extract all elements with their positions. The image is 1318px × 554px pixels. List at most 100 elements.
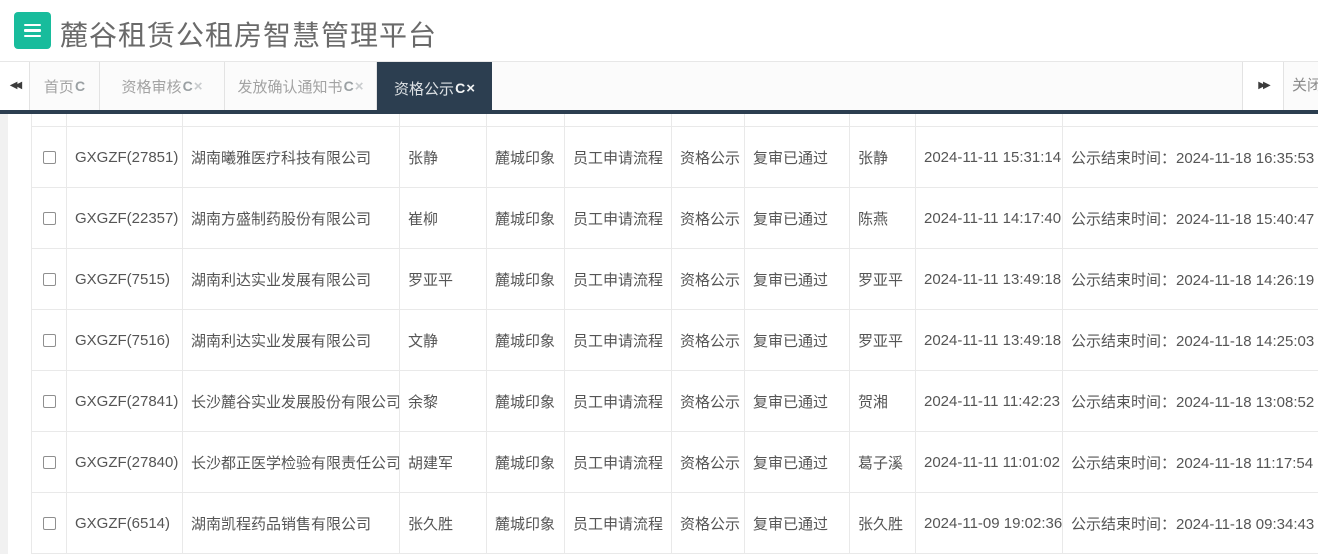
table-row[interactable]: GXGZF(27840) 长沙都正医学检验有限责任公司 胡建军 麓城印象 员工申请流程资… (32, 432, 1318, 493)
tab-label: 首页 (43, 78, 74, 96)
cell-stage: 资格公示 (672, 310, 745, 370)
cell-cb (32, 371, 67, 431)
tab-refresh-icon[interactable]: C (75, 78, 85, 94)
tab-refresh-icon[interactable]: C (455, 80, 465, 96)
tab-label: 发放确认通知书 (237, 78, 343, 96)
cell-process: 员工申请流程 (565, 249, 672, 309)
app-window: 麓谷租赁公租房智慧管理平台 ◀◀ 首页 C 资格审核 C × 发放确认通知书 C × 资格公示 C… (0, 0, 1318, 554)
cell-company: 长沙麓谷实业发展股份有限公司 (183, 371, 400, 431)
cell-publicity_end: 公示结束时间：2024-11-18 09:34:43 (1071, 515, 1315, 533)
cell-empty (745, 114, 850, 126)
table-row[interactable]: GXGZF(7515) 湖南利达实业发展有限公司 罗亚平 麓城印象 员工申请流程 资格公示… (32, 249, 1318, 310)
cell-publicity_end: 公示结束时间：2024-11-18 14:25:03 (1071, 332, 1315, 350)
hamburger-menu-button[interactable] (14, 12, 51, 49)
table-row[interactable]: GXGZF(6514) 湖南凯程药品销售有限公司 张久胜 麓城印象 员工申请流程 资格公示… (32, 493, 1318, 554)
cell-empty (32, 114, 67, 126)
cell-empty (183, 114, 400, 126)
row-checkbox[interactable] (42, 150, 56, 164)
tabs-scroll-left-icon[interactable]: ◀◀ (0, 62, 30, 110)
cell-cb (32, 493, 67, 553)
cell-id: GXGZF(7516) (67, 310, 183, 370)
cell-process: 员工申请流程 (565, 493, 672, 553)
tab-label: 资格审核 (121, 78, 182, 96)
cell-apply_time: 2024-11-11 11:42:23 (916, 371, 1063, 431)
row-checkbox[interactable] (42, 394, 56, 408)
cell-estate: 麓城印象 (487, 127, 565, 187)
table-row[interactable]: GXGZF(7516) 湖南利达实业发展有限公司 文静 麓城印象 员工申请流程 资格公示复… (32, 310, 1318, 371)
tab-strip: 首页 C 资格审核 C × 发放确认通知书 C × 资格公示 C × (30, 62, 492, 114)
cell-empty (850, 114, 916, 126)
cell-applicant: 张久胜 (400, 493, 487, 553)
results-table: GXGZF(27851) 湖南曦雅医疗科技有限公司 张静 麓城印象 员工申请流程 资格公示… (32, 114, 1318, 554)
table-row[interactable]: GXGZF(27851) 湖南曦雅医疗科技有限公司 张静 麓城印象 员工申请流程 资格公示… (32, 127, 1318, 188)
cell-reviewer: 张久胜 (850, 493, 916, 553)
cell-applicant: 文静 (400, 310, 487, 370)
tab-2[interactable]: 资格审核 C × (100, 62, 225, 110)
cell-apply_time: 2024-11-11 15:31:14 (916, 127, 1063, 187)
cell-review_status: 复审已通过 (745, 493, 850, 553)
cell-estate: 麓城印象 (487, 371, 565, 431)
close-actions-menu[interactable]: 关闭 (1292, 62, 1318, 110)
cell-process: 员工申请流程 (565, 432, 672, 492)
cell-review_status: 复审已通过 (745, 371, 850, 431)
cell-company: 长沙都正医学检验有限责任公司 (183, 432, 400, 492)
cell-publicity_end: 公示结束时间：2024-11-18 16:35:53 (1071, 149, 1315, 167)
tab-refresh-icon[interactable]: C (344, 78, 354, 94)
cell-company: 湖南利达实业发展有限公司 (183, 310, 400, 370)
cell-review_status: 复审已通过 (745, 310, 850, 370)
tab-refresh-icon[interactable]: C (183, 78, 193, 94)
cell-estate: 麓城印象 (487, 249, 565, 309)
cell-reviewer: 张静 (850, 127, 916, 187)
app-header: 麓谷租赁公租房智慧管理平台 (0, 0, 1318, 62)
cell-cb (32, 249, 67, 309)
cell-reviewer: 陈燕 (850, 188, 916, 248)
cell-id: GXGZF(27841) (67, 371, 183, 431)
cell-process: 员工申请流程 (565, 188, 672, 248)
cell-publicity_end: 公示结束时间：2024-11-18 13:08:52 (1071, 393, 1315, 411)
cell-applicant: 余黎 (400, 371, 487, 431)
table-gutter-column (8, 114, 32, 554)
cell-company: 湖南曦雅医疗科技有限公司 (183, 127, 400, 187)
tab-close-icon[interactable]: × (194, 78, 203, 95)
cell-process: 员工申请流程 (565, 310, 672, 370)
cell-reviewer: 贺湘 (850, 371, 916, 431)
cell-publicity_end: 公示结束时间：2024-11-18 11:17:54 (1071, 454, 1314, 472)
cell-applicant: 崔柳 (400, 188, 487, 248)
cell-applicant: 胡建军 (400, 432, 487, 492)
row-checkbox[interactable] (42, 455, 56, 469)
cell-empty (400, 114, 487, 126)
cell-apply_time: 2024-11-09 19:02:36 (916, 493, 1063, 553)
table-row[interactable]: GXGZF(22357) 湖南方盛制药股份有限公司 崔柳 麓城印象 员工申请流程 资格公示… (32, 188, 1318, 249)
tab-close-icon[interactable]: × (355, 78, 364, 95)
cell-id: GXGZF(7515) (67, 249, 183, 309)
cell-stage: 资格公示 (672, 127, 745, 187)
tab-1[interactable]: 首页 C (30, 62, 100, 110)
cell-company: 湖南方盛制药股份有限公司 (183, 188, 400, 248)
cell-stage: 资格公示 (672, 249, 745, 309)
cell-review_status: 复审已通过 (745, 127, 850, 187)
row-checkbox[interactable] (42, 272, 56, 286)
tab-close-icon[interactable]: × (466, 80, 475, 97)
cell-applicant: 张静 (400, 127, 487, 187)
tab-label: 资格公示 (394, 80, 455, 98)
cell-review_status: 复审已通过 (745, 432, 850, 492)
cell-id: GXGZF(22357) (67, 188, 183, 248)
cell-apply_time: 2024-11-11 13:49:18 (916, 249, 1063, 309)
cell-empty (916, 114, 1063, 126)
row-checkbox[interactable] (42, 211, 56, 225)
tab-4[interactable]: 资格公示 C × (377, 62, 492, 114)
cell-stage: 资格公示 (672, 493, 745, 553)
cell-id: GXGZF(6514) (67, 493, 183, 553)
cell-company: 湖南凯程药品销售有限公司 (183, 493, 400, 553)
tabs-scroll-right-icon[interactable]: ▶▶ (1242, 62, 1284, 110)
table-row[interactable]: GXGZF(27841) 长沙麓谷实业发展股份有限公司 余黎 麓城印象 员工申请流程 资格… (32, 371, 1318, 432)
row-checkbox[interactable] (42, 516, 56, 530)
row-checkbox[interactable] (42, 333, 56, 347)
cell-reviewer: 葛子溪 (850, 432, 916, 492)
page-title: 麓谷租赁公租房智慧管理平台 (60, 20, 438, 51)
tab-3[interactable]: 发放确认通知书 C × (225, 62, 377, 110)
cell-empty (565, 114, 672, 126)
cell-apply_time: 2024-11-11 11:01:02 (916, 432, 1063, 492)
cell-cb (32, 188, 67, 248)
cell-apply_time: 2024-11-11 14:17:40 (916, 188, 1063, 248)
